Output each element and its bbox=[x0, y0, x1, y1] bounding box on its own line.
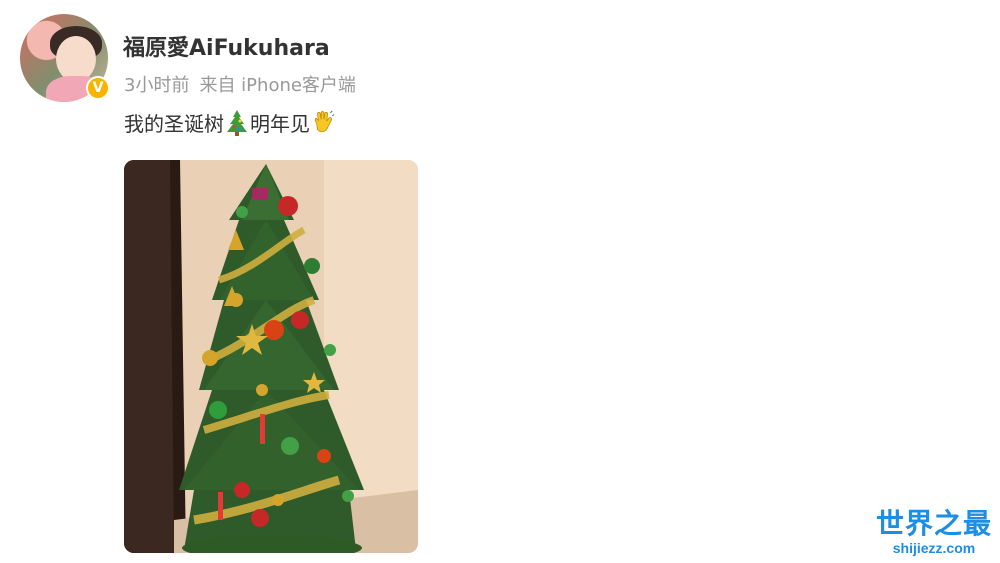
post-text-part2: 明年见 bbox=[250, 112, 310, 136]
post-time[interactable]: 3小时前 bbox=[124, 75, 189, 96]
verified-badge-icon: V bbox=[86, 76, 110, 100]
post-text: 我的圣诞树 明年见 bbox=[124, 108, 336, 137]
watermark-url: shijiezz.com bbox=[892, 540, 976, 556]
christmas-tree-photo bbox=[124, 160, 418, 553]
username[interactable]: 福原愛AiFukuhara bbox=[123, 30, 330, 62]
post-photo[interactable] bbox=[124, 160, 418, 553]
post-text-part1: 我的圣诞树 bbox=[124, 112, 224, 136]
avatar-container[interactable]: V bbox=[20, 14, 110, 102]
post-source: 来自 iPhone客户端 bbox=[199, 75, 356, 96]
watermark-title: 世界之最 bbox=[875, 507, 992, 540]
waving-hand-icon bbox=[314, 110, 335, 132]
christmas-tree-icon bbox=[227, 109, 247, 136]
post-meta: 3小时前 来自 iPhone客户端 bbox=[124, 71, 366, 97]
site-watermark: 世界之最 shijiezz.com bbox=[875, 507, 992, 556]
